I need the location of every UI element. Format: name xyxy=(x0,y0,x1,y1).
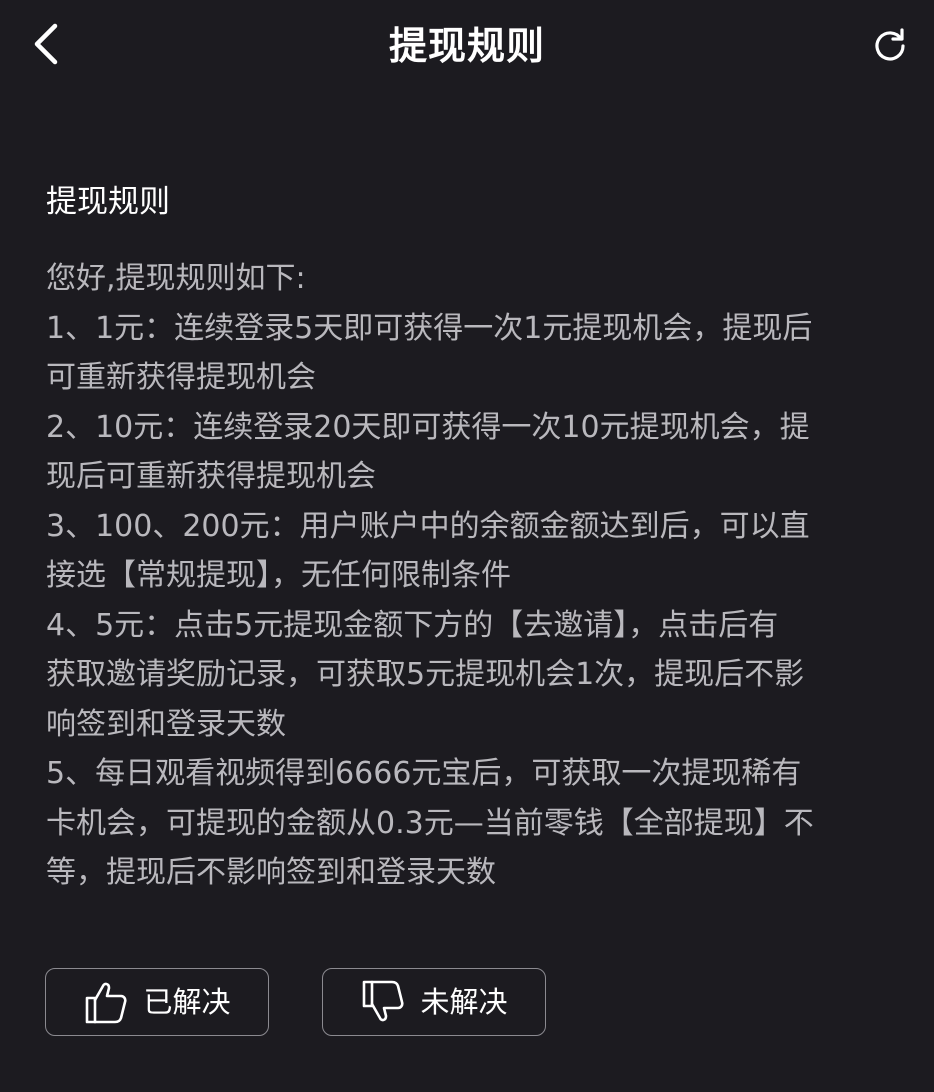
unsolved-label: 未解决 xyxy=(420,985,508,1019)
rules-line: 4、5元：点击5元提现金额下方的【去邀请】，点击后有 xyxy=(46,607,779,643)
rules-line: 等，提现后不影响签到和登录天数 xyxy=(46,855,496,890)
thumbs-up-icon xyxy=(83,978,131,1026)
solved-button[interactable]: 已解决 xyxy=(45,968,269,1036)
unsolved-button[interactable]: 未解决 xyxy=(322,968,546,1036)
rules-line: 您好,提现规则如下: xyxy=(46,261,306,296)
rules-line: 可重新获得提现机会 xyxy=(46,360,316,395)
thumbs-down-icon xyxy=(360,978,408,1026)
rules-line: 接选【常规提现】，无任何限制条件 xyxy=(46,558,511,593)
rules-line: 现后可重新获得提现机会 xyxy=(46,459,376,494)
rules-line: 响签到和登录天数 xyxy=(46,706,286,742)
top-bar: 提现规则 xyxy=(0,0,934,96)
rules-line: 卡机会，可提现的金额从0.3元—当前零钱【全部提现】不 xyxy=(46,805,814,841)
feedback-bar: 已解决 未解决 xyxy=(45,968,548,1038)
page-title: 提现规则 xyxy=(388,24,545,68)
rules-text: 您好,提现规则如下: 1、1元：连续登录5天即可获得一次1元提现机会，提现后 可… xyxy=(46,254,896,898)
solved-label: 已解决 xyxy=(143,985,231,1019)
refresh-button[interactable] xyxy=(864,20,916,72)
rules-line: 1、1元：连续登录5天即可获得一次1元提现机会，提现后 xyxy=(46,310,813,346)
rules-line: 获取邀请奖励记录，可获取5元提现机会1次，提现后不影 xyxy=(46,657,805,692)
rules-content: 提现规则 您好,提现规则如下: 1、1元：连续登录5天即可获得一次1元提现机会，… xyxy=(46,178,896,898)
rules-line: 5、每日观看视频得到6666元宝后，可获取一次提现稀有 xyxy=(46,756,802,791)
rules-line: 3、100、200元：用户账户中的余额金额达到后，可以直 xyxy=(46,508,810,544)
rules-line: 2、10元：连续登录20天即可获得一次10元提现机会，提 xyxy=(46,409,810,445)
refresh-icon xyxy=(872,26,908,66)
section-title: 提现规则 xyxy=(46,184,170,220)
